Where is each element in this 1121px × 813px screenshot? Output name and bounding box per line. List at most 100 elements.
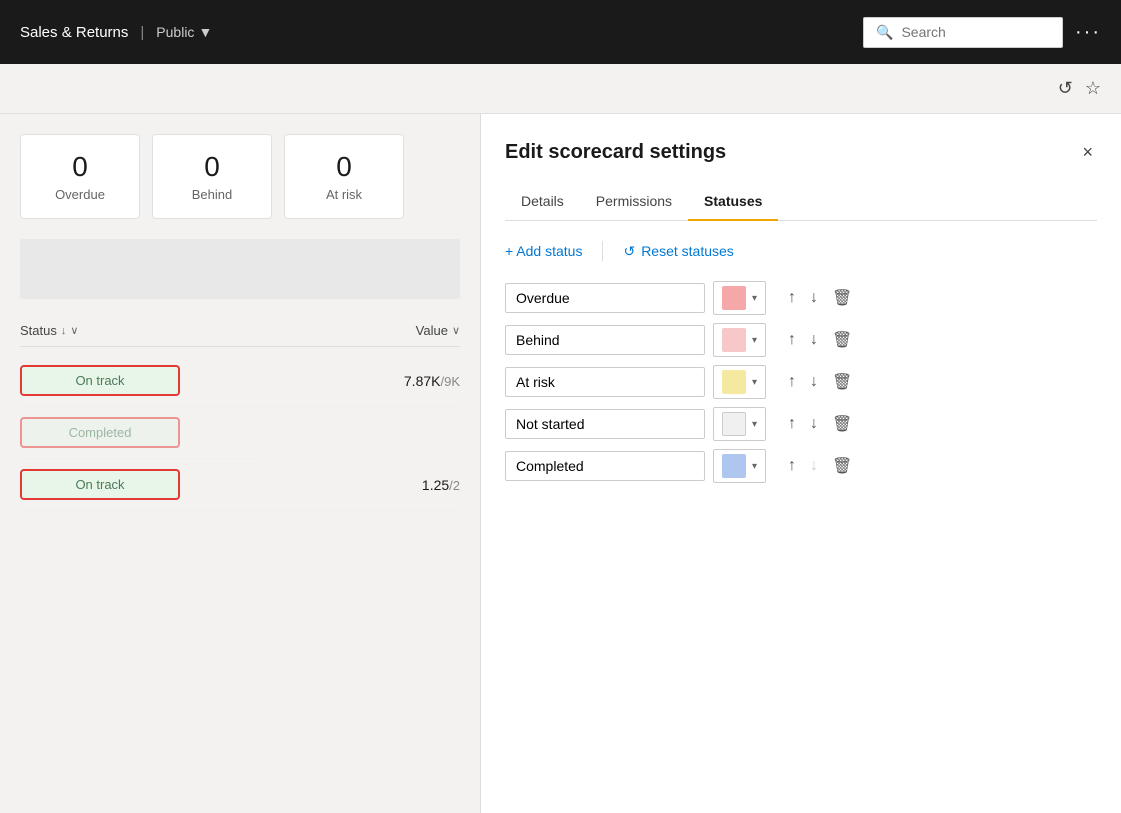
toolbar: ↺ ☆ [0,64,1121,114]
value-column-header[interactable]: Value ∨ [416,323,460,338]
metric-value-atrisk: 0 [309,151,379,183]
value-header-label: Value [416,323,448,338]
color-swatch-completed [722,454,746,478]
status-list: ▾ ↑ ↓ 🗑 ▾ ↑ ↓ 🗑 [505,281,1097,483]
move-down-button-notstarted[interactable]: ↓ [804,411,824,437]
metric-cards: 0 Overdue 0 Behind 0 At risk [20,134,460,219]
chevron-down-icon: ▾ [752,419,757,430]
table-row: On track 1.25/2 [20,459,460,511]
action-group-overdue: ↑ ↓ 🗑 [782,284,858,312]
status-column-header[interactable]: Status ↓ ∨ [20,323,78,338]
delete-button-overdue[interactable]: 🗑 [826,284,858,312]
reset-statuses-button[interactable]: ↺ Reset statuses [623,243,733,260]
reset-statuses-label: Reset statuses [641,243,734,259]
delete-button-atrisk[interactable]: 🗑 [826,368,858,396]
visibility-selector[interactable]: Public ▼ [156,24,212,40]
row-value-2: 1.25/2 [422,477,460,493]
move-down-button-behind[interactable]: ↓ [804,327,824,353]
topbar-left: Sales & Returns | Public ▼ [20,24,212,41]
metric-card-behind: 0 Behind [152,134,272,219]
search-input[interactable] [901,24,1050,40]
table-headers: Status ↓ ∨ Value ∨ [20,315,460,347]
status-badge-ontrack-2: On track [20,469,180,500]
delete-button-behind[interactable]: 🗑 [826,326,858,354]
chevron-down-icon: ▼ [198,24,212,40]
topbar-right: 🔍 ··· [863,17,1101,48]
target-text-2: /2 [449,478,460,493]
action-group-notstarted: ↑ ↓ 🗑 [782,410,858,438]
color-picker-overdue[interactable]: ▾ [713,281,766,315]
status-name-input-behind[interactable] [505,325,705,355]
edit-scorecard-dialog: Edit scorecard settings × Details Permis… [480,114,1121,813]
add-status-button[interactable]: + Add status [505,243,582,259]
status-header-label: Status [20,323,57,338]
move-up-button-atrisk[interactable]: ↑ [782,369,802,395]
main-area: 0 Overdue 0 Behind 0 At risk Status ↓ ∨ … [0,114,1121,813]
color-swatch-notstarted [722,412,746,436]
close-button[interactable]: × [1078,138,1097,167]
color-picker-notstarted[interactable]: ▾ [713,407,766,441]
dialog-title: Edit scorecard settings [505,141,726,164]
dialog-header: Edit scorecard settings × [505,138,1097,167]
color-picker-atrisk[interactable]: ▾ [713,365,766,399]
tab-statuses[interactable]: Statuses [688,183,778,221]
delete-button-completed[interactable]: 🗑 [826,452,858,480]
action-group-completed: ↑ ↓ 🗑 [782,452,858,480]
list-item: ▾ ↑ ↓ 🗑 [505,323,1097,357]
metric-card-atrisk: 0 At risk [284,134,404,219]
chevron-down-icon: ▾ [752,461,757,472]
chevron-down-icon: ▾ [752,377,757,388]
gray-placeholder [20,239,460,299]
dialog-toolbar: + Add status ↺ Reset statuses [505,241,1097,261]
color-swatch-atrisk [722,370,746,394]
left-panel: 0 Overdue 0 Behind 0 At risk Status ↓ ∨ … [0,114,480,813]
tab-details[interactable]: Details [505,183,580,221]
action-group-behind: ↑ ↓ 🗑 [782,326,858,354]
visibility-label: Public [156,24,194,40]
chevron-down-icon: ∨ [70,324,78,337]
table-row: Completed [20,407,460,459]
color-picker-completed[interactable]: ▾ [713,449,766,483]
search-box[interactable]: 🔍 [863,17,1063,48]
dialog-tabs: Details Permissions Statuses [505,183,1097,221]
list-item: ▾ ↑ ↓ 🗑 [505,281,1097,315]
toolbar-divider [602,241,603,261]
row-value-1: 7.87K/9K [404,373,460,389]
list-item: ▾ ↑ ↓ 🗑 [505,365,1097,399]
metric-card-overdue: 0 Overdue [20,134,140,219]
target-text-1: /9K [440,374,460,389]
status-badge-ontrack-1: On track [20,365,180,396]
metric-label-behind: Behind [177,187,247,202]
list-item: ▾ ↑ ↓ 🗑 [505,407,1097,441]
list-item: ▾ ↑ ↓ 🗑 [505,449,1097,483]
search-icon: 🔍 [876,24,893,41]
delete-button-notstarted[interactable]: 🗑 [826,410,858,438]
status-name-input-overdue[interactable] [505,283,705,313]
action-group-atrisk: ↑ ↓ 🗑 [782,368,858,396]
move-up-button-notstarted[interactable]: ↑ [782,411,802,437]
sort-down-icon: ↓ [61,325,67,337]
topbar-separator: | [140,24,144,41]
status-name-input-completed[interactable] [505,451,705,481]
move-down-button-completed[interactable]: ↓ [804,453,824,479]
metric-label-overdue: Overdue [45,187,115,202]
move-down-button-overdue[interactable]: ↓ [804,285,824,311]
move-up-button-behind[interactable]: ↑ [782,327,802,353]
tab-permissions[interactable]: Permissions [580,183,688,221]
value-text-1: 7.87K [404,373,441,389]
status-name-input-atrisk[interactable] [505,367,705,397]
reset-icon: ↺ [623,243,635,260]
color-picker-behind[interactable]: ▾ [713,323,766,357]
value-text-2: 1.25 [422,477,449,493]
chevron-down-icon: ▾ [752,293,757,304]
move-up-button-overdue[interactable]: ↑ [782,285,802,311]
favorite-button[interactable]: ☆ [1085,78,1101,99]
more-button[interactable]: ··· [1075,21,1101,44]
metric-value-behind: 0 [177,151,247,183]
move-up-button-completed[interactable]: ↑ [782,453,802,479]
move-down-button-atrisk[interactable]: ↓ [804,369,824,395]
app-title: Sales & Returns [20,24,128,41]
color-swatch-behind [722,328,746,352]
status-name-input-notstarted[interactable] [505,409,705,439]
refresh-button[interactable]: ↺ [1058,78,1073,99]
